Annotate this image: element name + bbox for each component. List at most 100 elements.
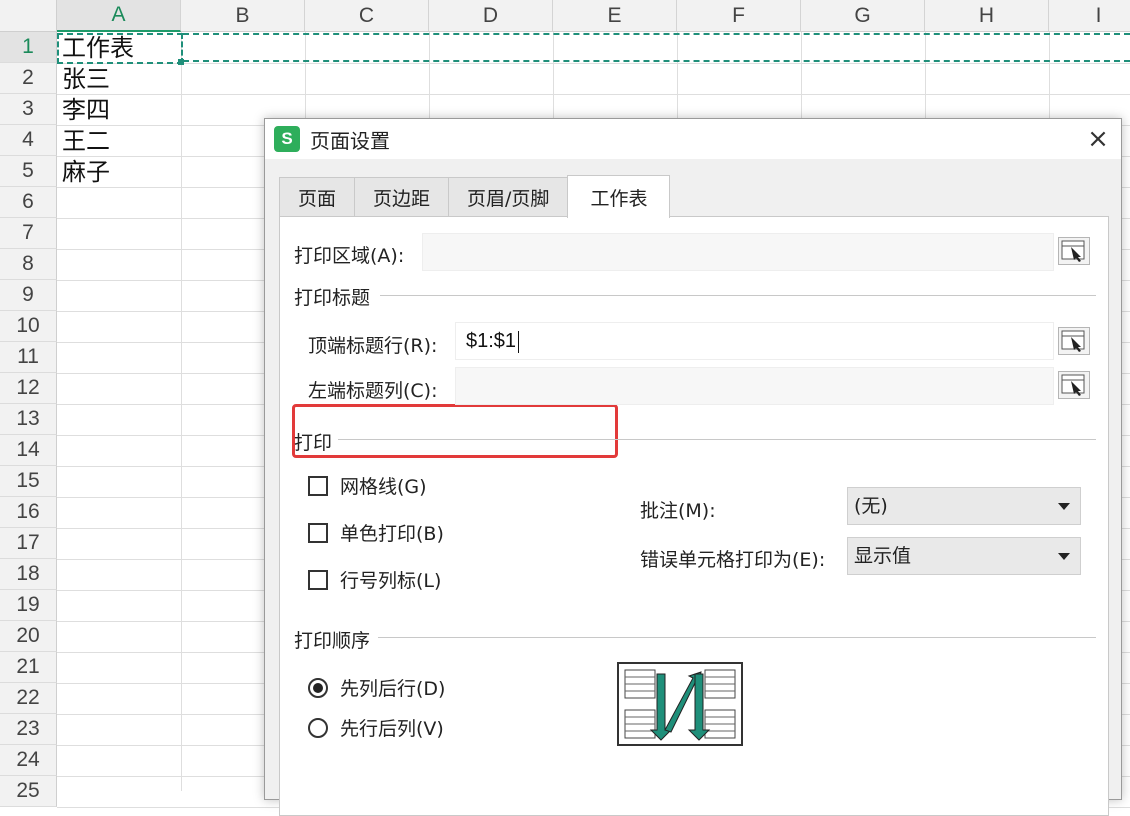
row-header-3[interactable]: 3 — [0, 94, 57, 125]
grid-row-line — [57, 63, 1130, 64]
wps-app-icon: S — [274, 126, 300, 152]
row-header-12[interactable]: 12 — [0, 373, 57, 404]
down-then-over-radio[interactable] — [308, 677, 328, 698]
tab-page[interactable]: 页面 — [279, 177, 356, 217]
row-header-21[interactable]: 21 — [0, 652, 57, 683]
tab-sheet[interactable]: 工作表 — [567, 175, 671, 218]
grid-column-line — [181, 32, 182, 791]
text-caret — [518, 330, 520, 353]
row-header-18[interactable]: 18 — [0, 559, 57, 590]
cell-a2[interactable]: 张三 — [62, 64, 110, 95]
comments-value: (无) — [854, 495, 888, 517]
select-all-corner[interactable] — [0, 0, 57, 32]
row-header-14[interactable]: 14 — [0, 435, 57, 466]
comments-label: 批注(M): — [640, 500, 716, 522]
errors-value: 显示值 — [854, 545, 912, 567]
column-header-i[interactable]: I — [1049, 0, 1130, 32]
gridlines-option[interactable]: 网格线(G) — [308, 472, 427, 499]
row-header-5[interactable]: 5 — [0, 156, 57, 187]
print-area-label: 打印区域(A): — [294, 245, 405, 267]
column-header-e[interactable]: E — [553, 0, 677, 32]
title-row-marquee-top — [183, 33, 1130, 35]
fill-handle[interactable] — [178, 59, 184, 65]
cell-a3[interactable]: 李四 — [62, 95, 110, 126]
range-select-icon — [1061, 374, 1085, 396]
print-order-preview-icon — [617, 662, 743, 746]
left-cols-input[interactable] — [455, 367, 1054, 405]
row-col-headings-checkbox[interactable] — [308, 569, 328, 590]
top-rows-value: $1:$1 — [466, 330, 517, 352]
row-header-20[interactable]: 20 — [0, 621, 57, 652]
top-rows-highlight-box — [292, 404, 618, 458]
row-header-9[interactable]: 9 — [0, 280, 57, 311]
gridlines-label: 网格线(G) — [340, 476, 427, 498]
tab-header-footer[interactable]: 页眉/页脚 — [448, 177, 569, 217]
cell-a5[interactable]: 麻子 — [62, 157, 110, 188]
print-titles-section-label: 打印标题 — [294, 287, 371, 309]
section-divider — [380, 295, 1096, 296]
column-header-f[interactable]: F — [677, 0, 801, 32]
row-header-25[interactable]: 25 — [0, 776, 57, 807]
comments-select[interactable]: (无) — [847, 487, 1081, 525]
black-white-label: 单色打印(B) — [340, 523, 444, 545]
left-cols-label: 左端标题列(C): — [308, 380, 438, 402]
black-white-checkbox[interactable] — [308, 522, 328, 543]
gridlines-checkbox[interactable] — [308, 475, 328, 496]
sheet-tab-panel: 打印区域(A): 打印标题 顶端标题行(R): $1:$1 左端标题列(C): — [279, 216, 1109, 816]
column-header-a[interactable]: A — [57, 0, 181, 32]
row-header-15[interactable]: 15 — [0, 466, 57, 497]
range-select-icon — [1061, 330, 1085, 352]
column-header-b[interactable]: B — [181, 0, 305, 32]
over-then-down-radio[interactable] — [308, 717, 328, 738]
row-header-2[interactable]: 2 — [0, 63, 57, 94]
errors-label: 错误单元格打印为(E): — [640, 549, 826, 571]
row-header-24[interactable]: 24 — [0, 745, 57, 776]
left-cols-picker-button[interactable] — [1058, 371, 1090, 399]
down-then-over-option[interactable]: 先列后行(D) — [308, 674, 445, 701]
row-header-13[interactable]: 13 — [0, 404, 57, 435]
row-header-22[interactable]: 22 — [0, 683, 57, 714]
selected-cell-marquee — [57, 33, 183, 64]
row-header-23[interactable]: 23 — [0, 714, 57, 745]
dialog-title: 页面设置 — [310, 128, 390, 153]
top-rows-picker-button[interactable] — [1058, 327, 1090, 355]
section-divider — [378, 637, 1096, 638]
over-then-down-option[interactable]: 先行后列(V) — [308, 714, 444, 741]
dialog-titlebar: S 页面设置 × — [265, 119, 1121, 159]
row-header-16[interactable]: 16 — [0, 497, 57, 528]
row-header-19[interactable]: 19 — [0, 590, 57, 621]
row-col-headings-label: 行号列标(L) — [340, 570, 442, 592]
row-header-7[interactable]: 7 — [0, 218, 57, 249]
cell-a4[interactable]: 王二 — [62, 126, 110, 157]
errors-select[interactable]: 显示值 — [847, 537, 1081, 575]
print-area-picker-button[interactable] — [1058, 237, 1090, 265]
column-header-d[interactable]: D — [429, 0, 553, 32]
column-header-h[interactable]: H — [925, 0, 1049, 32]
top-rows-input[interactable]: $1:$1 — [455, 322, 1054, 360]
dropdown-arrow-icon — [1058, 503, 1070, 510]
row-header-11[interactable]: 11 — [0, 342, 57, 373]
column-header-c[interactable]: C — [305, 0, 429, 32]
over-then-down-label: 先行后列(V) — [340, 718, 444, 740]
tab-margins[interactable]: 页边距 — [354, 177, 450, 217]
print-order-section-label: 打印顺序 — [294, 630, 371, 652]
row-header-4[interactable]: 4 — [0, 125, 57, 156]
title-row-marquee-bottom — [183, 60, 1130, 62]
dropdown-arrow-icon — [1058, 553, 1070, 560]
row-header-10[interactable]: 10 — [0, 311, 57, 342]
close-icon[interactable]: × — [1083, 124, 1113, 154]
page-setup-dialog: S 页面设置 × 页面 页边距 页眉/页脚 工作表 打印区域(A): 打印标题 … — [264, 118, 1122, 816]
row-header-1[interactable]: 1 — [0, 32, 57, 63]
top-rows-label: 顶端标题行(R): — [308, 335, 438, 357]
range-select-icon — [1061, 240, 1085, 262]
row-header-8[interactable]: 8 — [0, 249, 57, 280]
row-header-17[interactable]: 17 — [0, 528, 57, 559]
dialog-tabs: 页面 页边距 页眉/页脚 工作表 — [279, 175, 671, 218]
black-white-option[interactable]: 单色打印(B) — [308, 519, 444, 546]
print-section-label: 打印 — [294, 432, 333, 454]
column-header-g[interactable]: G — [801, 0, 925, 32]
section-divider — [338, 439, 1096, 440]
row-header-6[interactable]: 6 — [0, 187, 57, 218]
row-col-headings-option[interactable]: 行号列标(L) — [308, 566, 441, 593]
print-area-input[interactable] — [422, 233, 1054, 271]
